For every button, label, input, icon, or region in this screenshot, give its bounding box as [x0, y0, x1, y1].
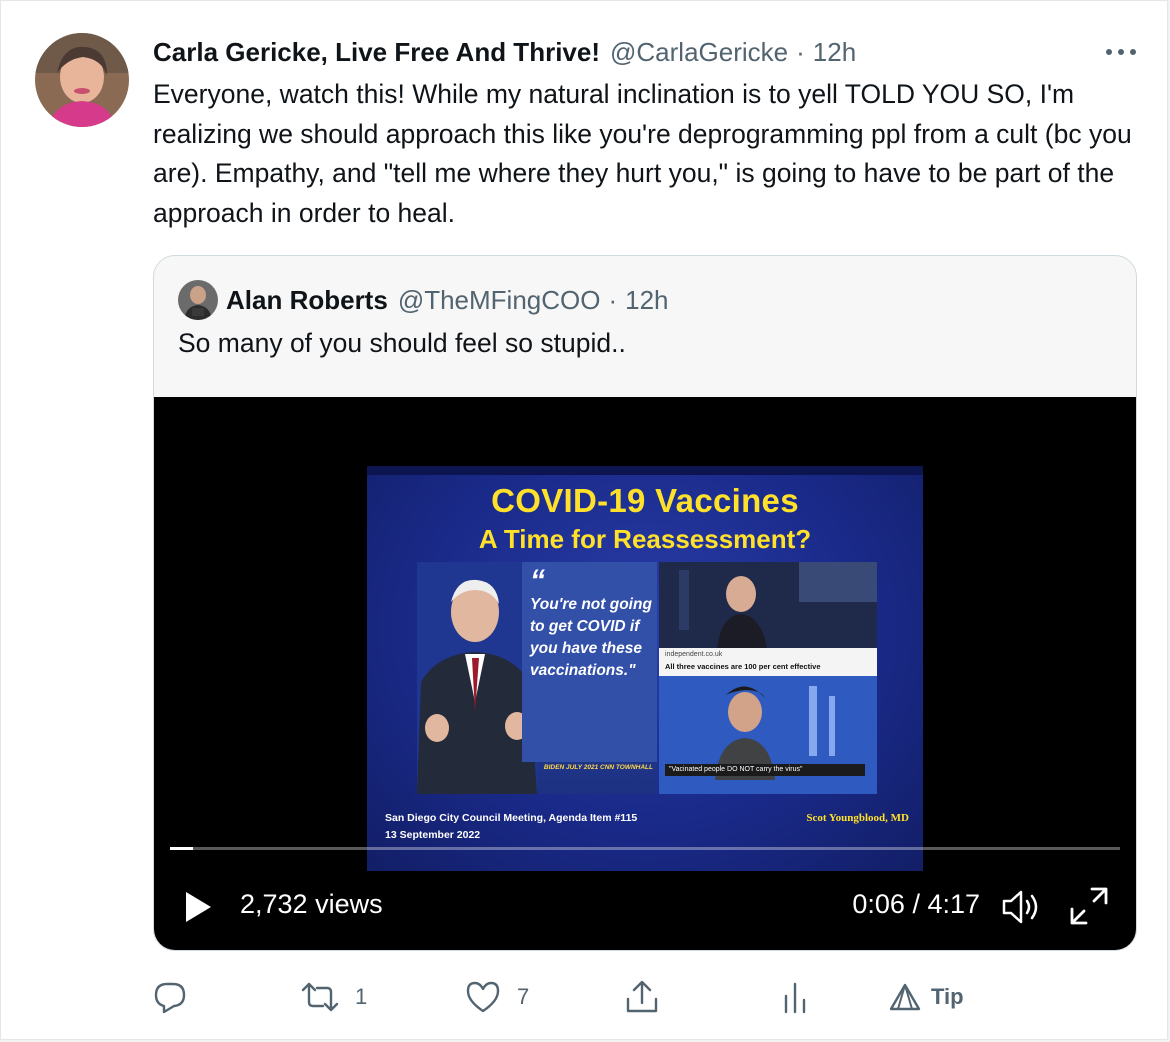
- video-controls: 2,732 views 0:06 / 4:17: [154, 877, 1136, 937]
- share-icon: [626, 980, 658, 1013]
- quoted-avatar-image: [178, 280, 218, 320]
- quoted-text: So many of you should feel so stupid..: [178, 328, 626, 358]
- tweet-text: Everyone, watch this! While my natural i…: [153, 79, 1132, 228]
- reply-button[interactable]: [153, 975, 203, 1019]
- inset-photo-top: [659, 562, 877, 648]
- analytics-icon: [784, 982, 806, 1014]
- author-name[interactable]: Carla Gericke, Live Free And Thrive!: [153, 37, 600, 68]
- quoted-author-name[interactable]: Alan Roberts: [226, 285, 388, 316]
- inset-photo-bottom: "Vacinated people DO NOT carry the virus…: [659, 676, 877, 794]
- tweet-time[interactable]: 12h: [813, 37, 856, 68]
- video-frame: COVID-19 Vaccines A Time for Reassessmen…: [367, 466, 923, 871]
- like-count: 7: [517, 984, 530, 1009]
- slide-right-panel: independent.co.uk All three vaccines are…: [659, 562, 877, 794]
- tweet-actions: 1 7 Tip: [153, 975, 1143, 1019]
- tip-icon: [889, 983, 921, 1011]
- retweet-icon: [301, 982, 339, 1012]
- fullscreen-icon: [1070, 887, 1108, 925]
- tip-label: Tip: [931, 984, 964, 1009]
- quoted-tweet[interactable]: Alan Roberts @TheMFingCOO · 12h So many …: [153, 255, 1137, 951]
- slide-footer-line-1: San Diego City Council Meeting, Agenda I…: [385, 812, 638, 824]
- inset-headline: All three vaccines are 100 per cent effe…: [665, 662, 821, 671]
- play-icon: [186, 892, 211, 922]
- slide-footer-right: Scot Youngblood, MD: [806, 812, 909, 824]
- inset-photo-bottom-image: [659, 676, 877, 794]
- speaker-photo: [417, 562, 537, 794]
- quoted-header: Alan Roberts @TheMFingCOO · 12h: [178, 280, 669, 320]
- like-button[interactable]: 7: [465, 975, 529, 1019]
- quote-box: “ You're not going to get COVID if you h…: [522, 562, 657, 762]
- slide-subtitle: A Time for Reassessment?: [478, 524, 812, 554]
- volume-icon: [1002, 890, 1038, 924]
- tip-button[interactable]: Tip: [889, 975, 964, 1019]
- quote-text: You're not going to get COVID if you hav…: [530, 596, 652, 679]
- reply-icon: [154, 982, 186, 1014]
- tweet-header: Carla Gericke, Live Free And Thrive! @Ca…: [153, 35, 1137, 69]
- volume-button[interactable]: [1000, 887, 1042, 932]
- video-progress-bar[interactable]: [170, 847, 1120, 850]
- quote-mark: “: [530, 564, 545, 597]
- view-count: 2,732 views: [240, 889, 383, 919]
- separator: ·: [796, 36, 805, 67]
- video-time: 0:06 / 4:17: [852, 889, 980, 919]
- slide-left-panel: “ You're not going to get COVID if you h…: [417, 562, 657, 794]
- inset-photo-top-image: [659, 562, 877, 648]
- device-statusbar: [367, 466, 923, 475]
- video-player[interactable]: COVID-19 Vaccines A Time for Reassessmen…: [154, 397, 1136, 950]
- retweet-count: 1: [355, 984, 368, 1009]
- share-button[interactable]: [625, 975, 659, 1019]
- quote-attribution: BIDEN JULY 2021 CNN TOWNHALL: [543, 764, 653, 771]
- quoted-time[interactable]: 12h: [625, 285, 668, 316]
- play-button[interactable]: [184, 891, 212, 928]
- quoted-author-handle[interactable]: @TheMFingCOO: [398, 285, 601, 316]
- author-avatar[interactable]: [35, 33, 129, 127]
- inset-caption: "Vacinated people DO NOT carry the virus…: [665, 764, 865, 776]
- fullscreen-button[interactable]: [1068, 885, 1110, 932]
- more-button[interactable]: [1097, 35, 1137, 69]
- heart-icon: [466, 981, 500, 1013]
- author-avatar-image: [35, 33, 129, 127]
- inset-headline-strip: independent.co.uk All three vaccines are…: [659, 648, 877, 676]
- tweet-card[interactable]: Carla Gericke, Live Free And Thrive! @Ca…: [0, 0, 1168, 1040]
- inset-source: independent.co.uk: [665, 651, 723, 658]
- slide-title: COVID-19 Vaccines: [491, 482, 799, 519]
- slide-footer-left: San Diego City Council Meeting, Agenda I…: [385, 810, 637, 844]
- more-icon: [1106, 49, 1136, 55]
- slide-footer-line-2: 13 September 2022: [385, 829, 481, 841]
- video-progress-fill: [170, 847, 193, 850]
- quoted-avatar: [178, 280, 218, 320]
- retweet-button[interactable]: 1: [301, 975, 367, 1019]
- analytics-button[interactable]: [781, 975, 809, 1019]
- quoted-separator: ·: [608, 284, 618, 315]
- author-handle[interactable]: @CarlaGericke: [610, 37, 788, 68]
